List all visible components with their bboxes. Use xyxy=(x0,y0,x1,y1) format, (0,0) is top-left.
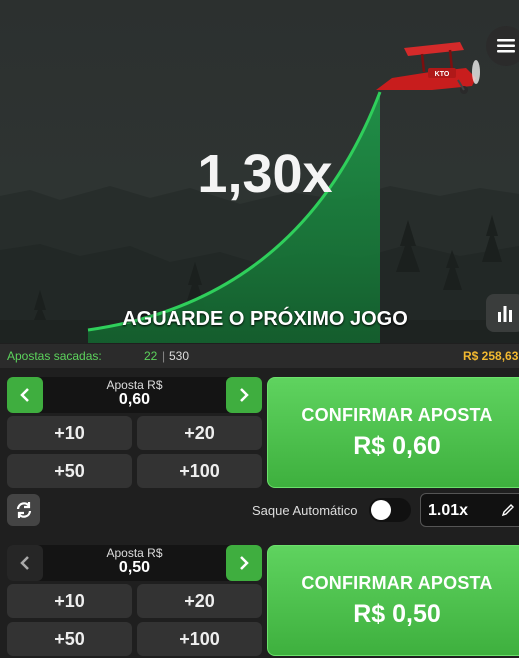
statistics-button[interactable] xyxy=(486,294,519,332)
hamburger-icon xyxy=(497,39,515,53)
quick-add-100-button-2[interactable]: +100 xyxy=(137,622,262,656)
menu-button[interactable] xyxy=(486,26,519,66)
quick-add-20-button-2[interactable]: +20 xyxy=(137,584,262,618)
cashed-bets-bar: Apostas sacadas: 22 | 530 R$ 258,63 xyxy=(0,344,519,368)
auto-cashout-value: 1.01x xyxy=(428,502,469,519)
total-bets-amount: R$ 258,63 xyxy=(463,349,519,363)
pencil-icon xyxy=(501,504,514,517)
bet-amount-stepper-2: Aposta R$ 0,50 xyxy=(7,545,262,581)
decrease-bet-button-2[interactable] xyxy=(7,545,43,581)
confirm-bet-amount: R$ 0,50 xyxy=(353,599,441,628)
current-multiplier: 1,30x xyxy=(197,144,333,204)
chevron-right-icon xyxy=(240,388,249,402)
quick-add-10-button-2[interactable]: +10 xyxy=(7,584,132,618)
quick-add-10-button-1[interactable]: +10 xyxy=(7,416,132,450)
quick-add-50-button-1[interactable]: +50 xyxy=(7,454,132,488)
cashed-bets-count: 22 xyxy=(144,349,158,363)
red-plane-icon: KTO xyxy=(376,42,480,94)
plane-label: KTO xyxy=(435,71,450,78)
auto-cashout-toggle[interactable] xyxy=(369,498,411,522)
confirm-bet-button-2[interactable]: CONFIRMAR APOSTA R$ 0,50 xyxy=(267,545,519,656)
bet-amount-display-1[interactable]: Aposta R$ 0,60 xyxy=(43,379,226,408)
game-canvas: KTO 1,30x AGUARDE O PRÓXIMO JOGO xyxy=(0,0,519,343)
total-bets-count: 530 xyxy=(169,349,190,363)
chevron-right-icon xyxy=(240,556,249,570)
count-separator: | xyxy=(162,349,166,363)
chevron-left-icon xyxy=(20,388,29,402)
cashed-bets-label: Apostas sacadas: xyxy=(7,349,102,363)
increase-bet-button-2[interactable] xyxy=(226,545,262,581)
bet-amount-stepper-1: Aposta R$ 0,60 xyxy=(7,377,262,413)
toggle-knob xyxy=(371,500,391,520)
bet-amount-caption: Aposta R$ xyxy=(106,378,163,392)
confirm-bet-button-1[interactable]: CONFIRMAR APOSTA R$ 0,60 xyxy=(267,377,519,488)
auto-cashout-label: Saque Automático xyxy=(252,503,358,518)
bet-amount-caption: Aposta R$ xyxy=(106,546,163,560)
auto-bet-button[interactable] xyxy=(7,494,40,526)
confirm-bet-amount: R$ 0,60 xyxy=(353,431,441,460)
status-message: AGUARDE O PRÓXIMO JOGO xyxy=(122,308,408,330)
refresh-icon xyxy=(16,502,31,518)
bet-amount-value: 0,60 xyxy=(118,391,151,408)
quick-add-50-button-2[interactable]: +50 xyxy=(7,622,132,656)
decrease-bet-button-1[interactable] xyxy=(7,377,43,413)
confirm-bet-title: CONFIRMAR APOSTA xyxy=(301,572,493,593)
bar-chart-icon xyxy=(498,306,512,322)
confirm-bet-title: CONFIRMAR APOSTA xyxy=(301,404,493,425)
quick-add-100-button-1[interactable]: +100 xyxy=(137,454,262,488)
quick-add-20-button-1[interactable]: +20 xyxy=(137,416,262,450)
increase-bet-button-1[interactable] xyxy=(226,377,262,413)
chevron-left-icon xyxy=(20,556,29,570)
auto-cashout-input[interactable]: 1.01x xyxy=(420,493,519,527)
bet-amount-display-2[interactable]: Aposta R$ 0,50 xyxy=(43,547,226,576)
bet-amount-value: 0,50 xyxy=(118,559,151,576)
